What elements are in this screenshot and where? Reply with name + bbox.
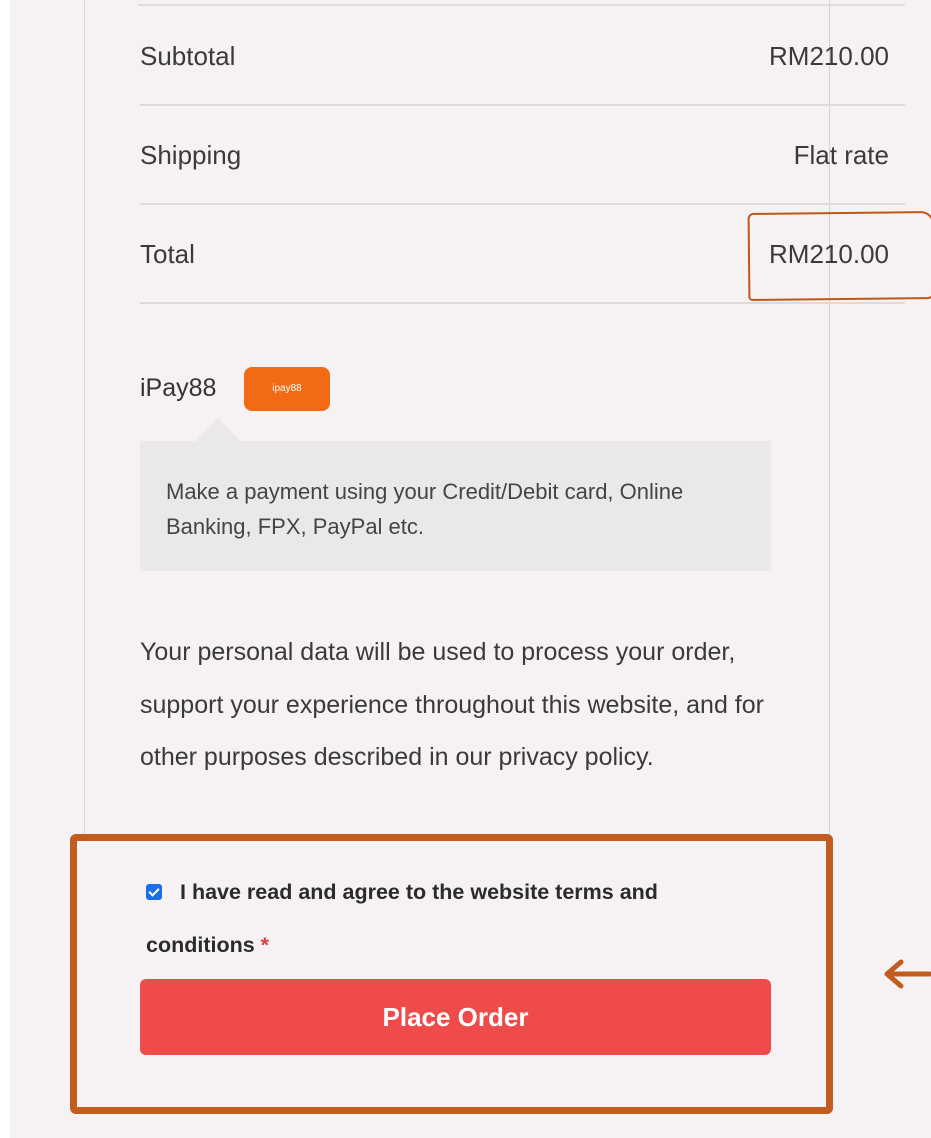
subtotal-value: RM210.00 (769, 41, 889, 71)
annotation-highlight-box (70, 834, 833, 1114)
subtotal-row: Subtotal RM210.00 (140, 5, 905, 106)
total-label: Total (140, 239, 195, 269)
payment-description: Make a payment using your Credit/Debit c… (166, 479, 684, 539)
total-annotation-outline (747, 211, 931, 301)
shipping-label: Shipping (140, 140, 242, 170)
payment-method-label[interactable]: iPay88 (140, 374, 216, 403)
ipay88-logo: ipay88 (244, 367, 330, 411)
shipping-row: Shipping Flat rate (140, 104, 905, 205)
subtotal-label: Subtotal (140, 41, 236, 71)
privacy-notice: Your personal data will be used to proce… (140, 638, 764, 771)
shipping-value: Flat rate (793, 140, 889, 170)
panel-left-border (84, 0, 85, 835)
left-arrow-icon (884, 959, 931, 989)
payment-box-pointer (196, 418, 240, 441)
payment-description-box: Make a payment using your Credit/Debit c… (140, 441, 771, 571)
